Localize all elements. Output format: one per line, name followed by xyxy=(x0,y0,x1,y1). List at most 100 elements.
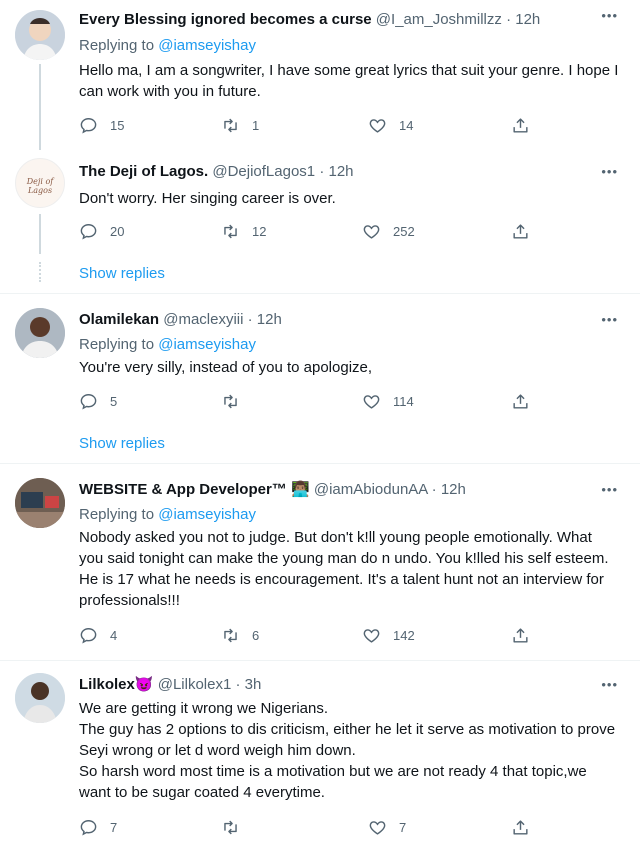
more-options-icon[interactable]: ••• xyxy=(601,8,618,23)
share-button[interactable] xyxy=(511,222,542,241)
reply-count: 7 xyxy=(110,820,118,835)
tweet-text: Don't worry. Her singing career is over. xyxy=(79,190,336,207)
thread-line xyxy=(39,214,41,254)
tweet-text: We are getting it wrong we Nigerians. Th… xyxy=(79,698,619,803)
avatar[interactable] xyxy=(15,673,65,723)
divider xyxy=(0,293,640,294)
divider xyxy=(0,660,640,661)
like-button[interactable]: 142 xyxy=(362,626,415,645)
reply-mention-link[interactable]: @iamseyishay xyxy=(158,336,256,353)
tweet[interactable]: WEBSITE & App Developer™ 👨🏽‍💻 @iamAbiodu… xyxy=(0,470,640,660)
avatar[interactable] xyxy=(15,10,65,60)
retweet-button[interactable]: 6 xyxy=(221,626,259,645)
heart-icon xyxy=(368,116,387,135)
reply-icon xyxy=(79,392,98,411)
like-button[interactable]: 114 xyxy=(362,392,414,411)
timestamp[interactable]: · 12h xyxy=(319,163,353,180)
divider xyxy=(0,463,640,464)
reply-mention-link[interactable]: @iamseyishay xyxy=(158,506,256,523)
tweet-text-line: The guy has 2 options to dis criticism, … xyxy=(79,721,616,759)
reply-button[interactable]: 7 xyxy=(79,818,117,837)
timestamp[interactable]: · 12h xyxy=(432,481,466,498)
thread-line xyxy=(39,64,41,150)
author-handle[interactable]: @DejiofLagos1 xyxy=(212,163,315,180)
timestamp[interactable]: · 12h xyxy=(248,311,282,328)
more-options-icon[interactable]: ••• xyxy=(601,482,618,497)
avatar[interactable] xyxy=(15,478,65,528)
like-button[interactable]: 7 xyxy=(368,818,406,837)
avatar[interactable]: Deji of Lagos xyxy=(15,158,65,208)
retweet-icon xyxy=(221,626,240,645)
like-button[interactable]: 252 xyxy=(362,222,415,241)
author-handle[interactable]: @I_am_Joshmillzz xyxy=(376,11,502,28)
like-count: 14 xyxy=(399,118,414,133)
more-options-icon[interactable]: ••• xyxy=(601,677,618,692)
retweet-icon xyxy=(221,116,240,135)
like-button[interactable]: 14 xyxy=(368,116,413,135)
more-options-icon[interactable]: ••• xyxy=(601,164,618,179)
retweet-button[interactable] xyxy=(221,392,252,411)
tweet[interactable]: Deji of Lagos The Deji of Lagos. @Dejiof… xyxy=(0,150,640,290)
avatar-person-photo-icon xyxy=(15,308,65,358)
reply-button[interactable]: 15 xyxy=(79,116,124,135)
reply-button[interactable]: 4 xyxy=(79,626,117,645)
replying-to: Replying to @iamseyishay xyxy=(79,37,256,54)
tweet-text: Hello ma, I am a songwriter, I have some… xyxy=(79,62,619,100)
heart-icon xyxy=(362,392,381,411)
reply-icon xyxy=(79,222,98,241)
author-name[interactable]: Every Blessing ignored becomes a curse xyxy=(79,11,372,28)
avatar-baby-photo-icon xyxy=(15,10,65,60)
author-name[interactable]: Lilkolex xyxy=(79,676,135,693)
like-count: 114 xyxy=(393,394,414,409)
like-count: 7 xyxy=(399,820,407,835)
heart-icon xyxy=(362,626,381,645)
tweet-text: Nobody asked you not to judge. But don't… xyxy=(79,529,609,609)
share-icon xyxy=(511,116,530,135)
author-name[interactable]: WEBSITE & App Developer™ xyxy=(79,481,287,498)
retweet-count: 12 xyxy=(252,224,267,239)
author-name[interactable]: The Deji of Lagos. xyxy=(79,163,208,180)
more-options-icon[interactable]: ••• xyxy=(601,312,618,327)
reply-mention-link[interactable]: @iamseyishay xyxy=(158,37,256,54)
heart-icon xyxy=(368,818,387,837)
tweet[interactable]: Olamilekan @maclexyiii · 12h ••• Replyin… xyxy=(0,300,640,460)
reply-icon xyxy=(79,626,98,645)
reply-count: 5 xyxy=(110,394,118,409)
reply-icon xyxy=(79,116,98,135)
share-button[interactable] xyxy=(511,818,542,837)
share-button[interactable] xyxy=(511,626,542,645)
timestamp[interactable]: · 12h xyxy=(506,11,540,28)
retweet-icon xyxy=(221,392,240,411)
reply-count: 4 xyxy=(110,628,118,643)
author-handle[interactable]: @Lilkolex1 xyxy=(158,676,232,693)
tweet-text-line: We are getting it wrong we Nigerians. xyxy=(79,700,329,717)
like-count: 252 xyxy=(393,224,415,239)
author-name[interactable]: Olamilekan xyxy=(79,311,159,328)
retweet-button[interactable]: 12 xyxy=(221,222,266,241)
share-button[interactable] xyxy=(511,392,542,411)
share-icon xyxy=(511,392,530,411)
tweet[interactable]: Every Blessing ignored becomes a curse @… xyxy=(0,0,640,150)
tweet[interactable]: Lilkolex😈 @Lilkolex1 · 3h ••• We are get… xyxy=(0,665,640,853)
show-replies-link[interactable]: Show replies xyxy=(79,265,165,282)
heart-icon xyxy=(362,222,381,241)
retweet-button[interactable] xyxy=(221,818,252,837)
author-handle[interactable]: @iamAbiodunAA xyxy=(314,481,428,498)
retweet-icon xyxy=(221,222,240,241)
reply-button[interactable]: 20 xyxy=(79,222,124,241)
show-replies-link[interactable]: Show replies xyxy=(79,435,165,452)
tweet-text: You're very silly, instead of you to apo… xyxy=(79,359,373,376)
avatar-logo-text: Deji of Lagos xyxy=(26,177,54,195)
retweet-icon xyxy=(221,818,240,837)
timestamp[interactable]: · 3h xyxy=(235,676,261,693)
reply-button[interactable]: 5 xyxy=(79,392,117,411)
share-icon xyxy=(511,818,530,837)
thread-dots xyxy=(39,262,43,282)
avatar-desk-photo-icon xyxy=(15,478,65,528)
retweet-button[interactable]: 1 xyxy=(221,116,259,135)
retweet-count: 1 xyxy=(252,118,260,133)
avatar[interactable] xyxy=(15,308,65,358)
share-button[interactable] xyxy=(511,116,542,135)
replying-to: Replying to @iamseyishay xyxy=(79,506,256,523)
author-handle[interactable]: @maclexyiii xyxy=(163,311,243,328)
